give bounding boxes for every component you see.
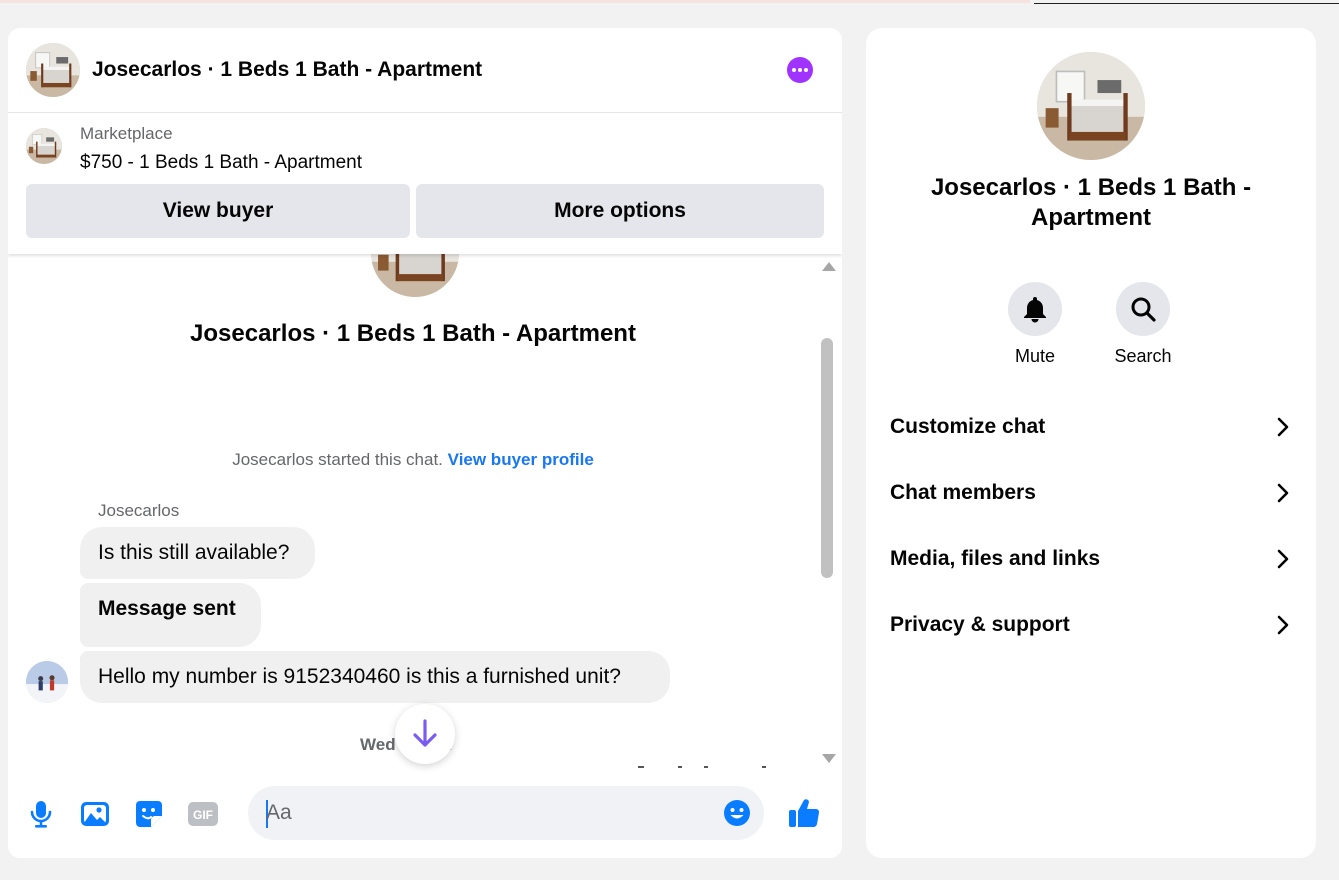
bell-icon: [1024, 297, 1046, 323]
chat-title[interactable]: Josecarlos · 1 Beds 1 Bath - Apartment: [92, 58, 482, 82]
gif-icon[interactable]: GIF: [187, 798, 219, 830]
svg-text:GIF: GIF: [193, 808, 213, 822]
menu-item-privacy-support[interactable]: Privacy & support: [890, 605, 1292, 645]
sender-avatar[interactable]: [26, 661, 68, 703]
chat-started-text: Josecarlos started this chat.: [232, 450, 443, 469]
sender-name: Josecarlos: [98, 501, 180, 520]
typing-indicator-cut: [638, 766, 766, 768]
room-photo: [26, 43, 80, 97]
scroll-to-bottom-button[interactable]: [395, 704, 455, 764]
search-button[interactable]: Search: [1103, 282, 1183, 367]
message-input-box[interactable]: [248, 786, 764, 840]
listing-thumbnail[interactable]: [26, 128, 62, 164]
message-input[interactable]: [266, 798, 706, 828]
menu-item-media-files-links[interactable]: Media, files and links: [890, 539, 1292, 579]
room-photo: [26, 128, 62, 164]
menu-item-label: Customize chat: [890, 415, 1046, 438]
info-avatar[interactable]: [1037, 52, 1145, 160]
menu-item-chat-members[interactable]: Chat members: [890, 473, 1292, 513]
mute-button[interactable]: Mute: [995, 282, 1075, 367]
arrow-down-icon: [413, 719, 437, 747]
message-bubble[interactable]: Message sent: [80, 583, 261, 647]
top-line-dark: [1034, 3, 1339, 4]
search-label: Search: [1114, 346, 1172, 366]
more-options-button[interactable]: More options: [416, 184, 824, 238]
message-list[interactable]: Josecarlos · 1 Beds 1 Bath - Apartment J…: [8, 254, 842, 774]
room-photo: [371, 254, 459, 297]
chevron-right-icon: [1277, 549, 1289, 569]
chevron-right-icon: [1277, 417, 1289, 437]
menu-item-label: Chat members: [890, 481, 1036, 504]
microphone-icon[interactable]: [25, 798, 57, 830]
chat-panel: Josecarlos · 1 Beds 1 Bath - Apartment M…: [8, 28, 842, 858]
chat-header: Josecarlos · 1 Beds 1 Bath - Apartment: [8, 28, 842, 113]
sticker-icon[interactable]: [133, 798, 165, 830]
menu-item-customize-chat[interactable]: Customize chat: [890, 407, 1292, 447]
message-scrollbar[interactable]: [818, 254, 838, 774]
marketplace-banner: Marketplace $750 - 1 Beds 1 Bath - Apart…: [8, 114, 842, 254]
view-buyer-button[interactable]: View buyer: [26, 184, 410, 238]
scroll-down-arrow[interactable]: [822, 754, 836, 763]
message-composer: GIF: [8, 784, 842, 846]
marketplace-label: Marketplace: [80, 124, 173, 143]
scroll-up-arrow[interactable]: [822, 262, 836, 271]
emoji-icon[interactable]: [722, 798, 752, 828]
search-icon: [1131, 297, 1156, 322]
menu-item-label: Media, files and links: [890, 547, 1101, 570]
mute-label: Mute: [1014, 346, 1056, 366]
scrollbar-thumb[interactable]: [821, 338, 833, 578]
chat-info-panel: Josecarlos · 1 Beds 1 Bath - Apartment M…: [866, 28, 1316, 858]
search-circle[interactable]: [1116, 282, 1170, 336]
mute-circle[interactable]: [1008, 282, 1062, 336]
more-options-icon[interactable]: [787, 57, 813, 83]
image-icon[interactable]: [79, 798, 111, 830]
room-photo: [1037, 52, 1145, 160]
chat-started-notice: Josecarlos started this chat. View buyer…: [8, 450, 818, 470]
menu-item-label: Privacy & support: [890, 613, 1070, 636]
conversation-avatar: [371, 254, 459, 297]
listing-title[interactable]: $750 - 1 Beds 1 Bath - Apartment: [80, 152, 362, 174]
view-buyer-profile-link[interactable]: View buyer profile: [448, 450, 594, 469]
top-line-pink: [0, 0, 1030, 3]
top-line: [0, 0, 1339, 4]
chevron-right-icon: [1277, 483, 1289, 503]
chat-avatar[interactable]: [26, 43, 80, 97]
sender-photo: [26, 661, 68, 703]
chevron-right-icon: [1277, 615, 1289, 635]
message-bubble[interactable]: Is this still available?: [80, 527, 315, 579]
info-title: Josecarlos · 1 Beds 1 Bath - Apartment: [930, 174, 1252, 231]
thumbs-up-icon[interactable]: [787, 796, 821, 830]
conversation-title: Josecarlos · 1 Beds 1 Bath - Apartment: [190, 320, 636, 347]
message-bubble[interactable]: Hello my number is 9152340460 is this a …: [80, 651, 670, 703]
